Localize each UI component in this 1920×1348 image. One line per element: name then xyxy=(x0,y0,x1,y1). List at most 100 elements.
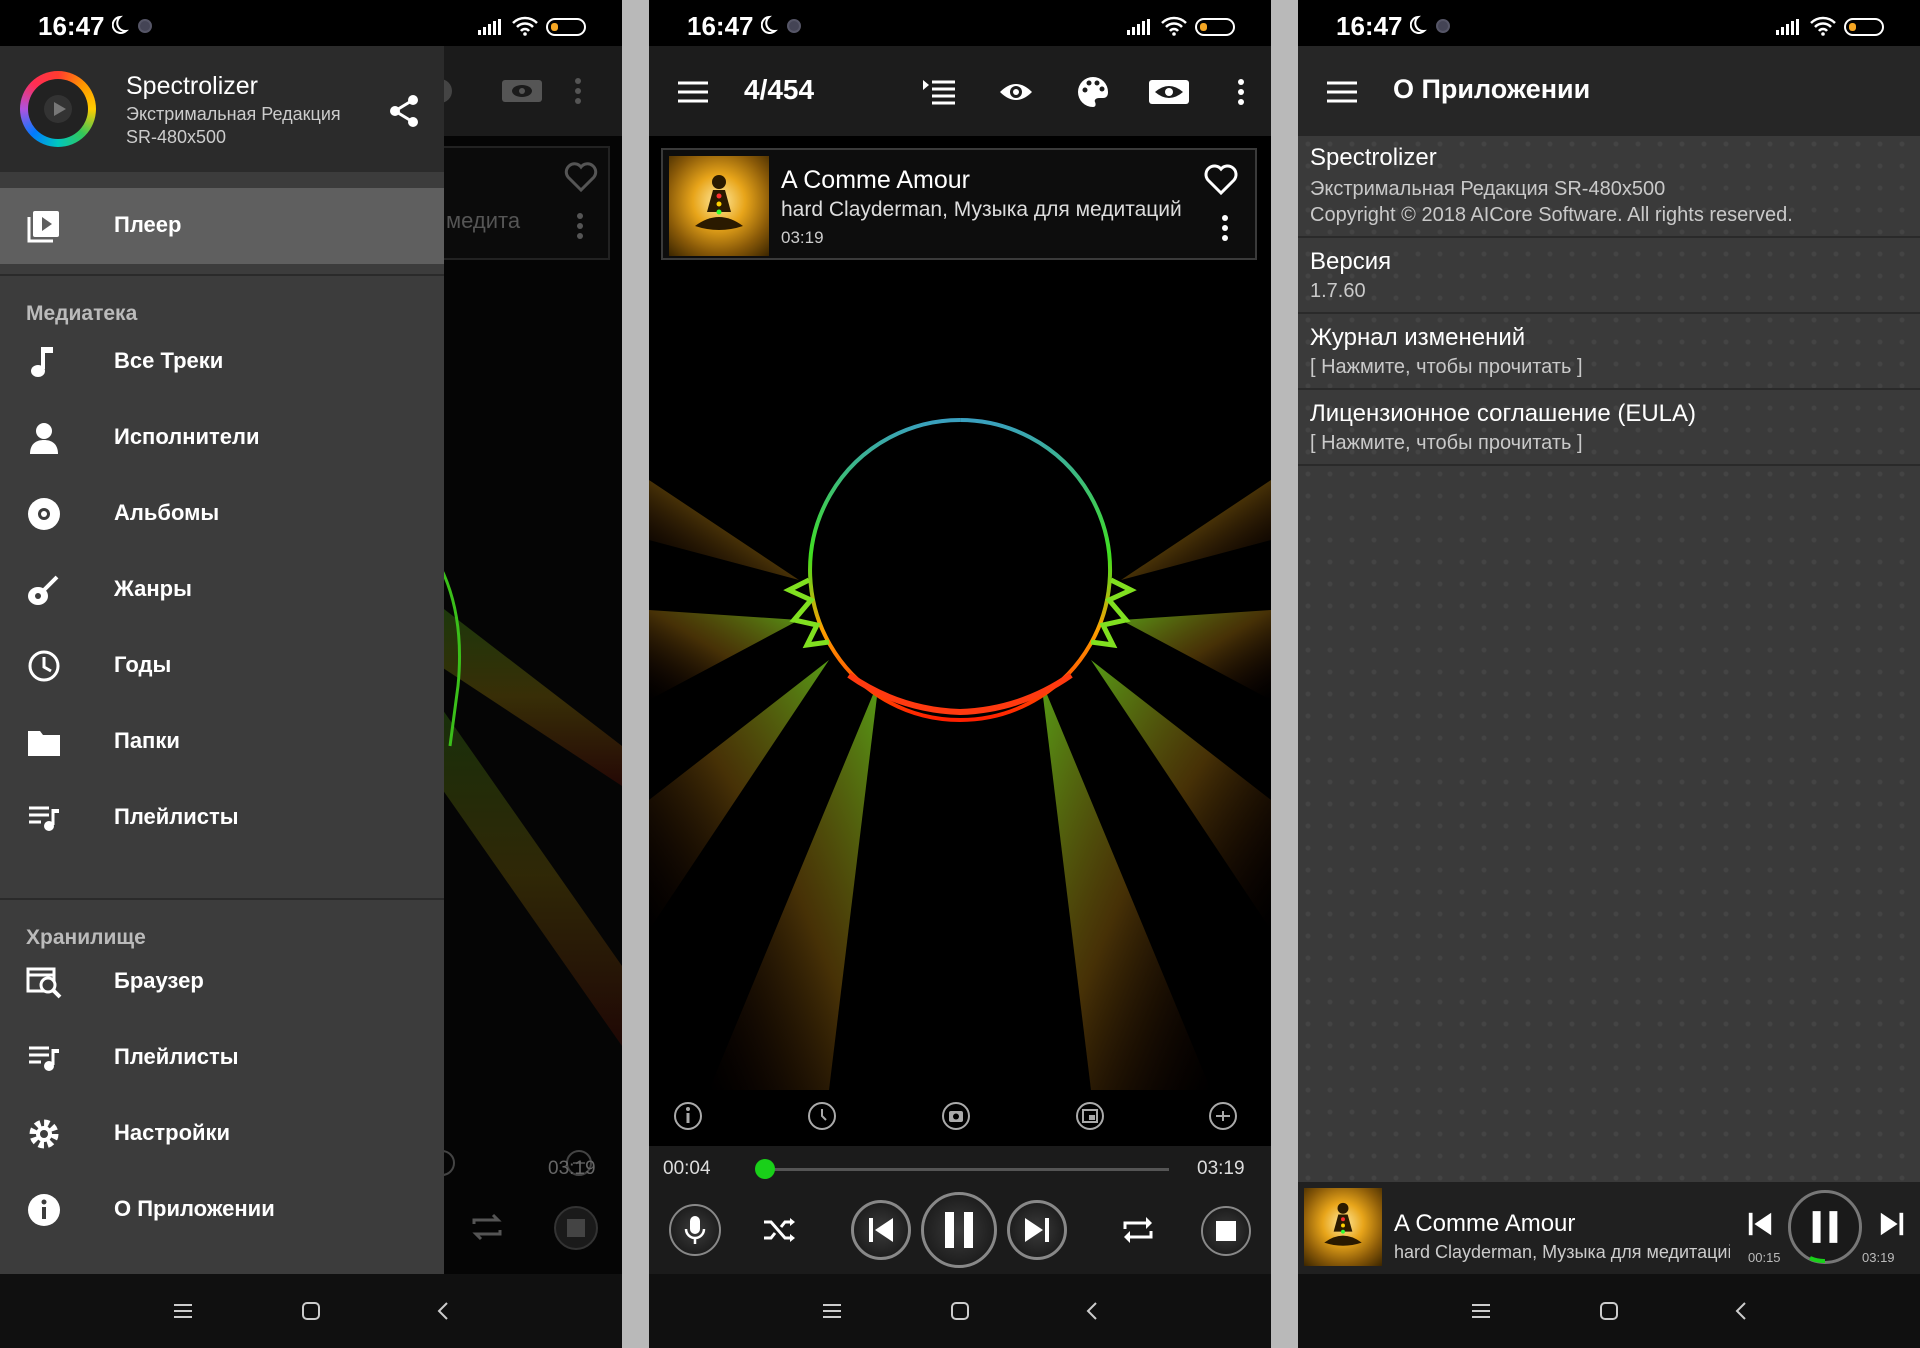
about-app-name: Spectrolizer xyxy=(1310,144,1437,171)
about-toolbar: О Приложении xyxy=(1298,46,1920,136)
eye-icon[interactable] xyxy=(996,72,1036,112)
balance-icon[interactable] xyxy=(1207,1100,1239,1132)
drawer-item-browser[interactable]: Браузер xyxy=(0,944,444,1020)
microphone-icon xyxy=(684,1216,706,1244)
queue-list-icon[interactable] xyxy=(919,72,959,112)
drawer-item-settings[interactable]: Настройки xyxy=(0,1096,444,1172)
play-library-icon xyxy=(27,211,59,243)
drawer-item-artists[interactable]: Исполнители xyxy=(0,400,444,476)
player-toolbar: 4/454 xyxy=(649,46,1271,136)
timer-icon[interactable] xyxy=(806,1100,838,1132)
drawer-divider xyxy=(0,898,444,900)
home-icon[interactable] xyxy=(945,1296,975,1326)
drawer-item-label: Исполнители xyxy=(114,424,260,449)
drawer-item-player[interactable]: Плеер xyxy=(0,188,444,264)
drawer-item-playlists[interactable]: Плейлисты xyxy=(0,780,444,856)
battery-icon xyxy=(1195,18,1235,36)
drawer-item-all-tracks[interactable]: Все Треки xyxy=(0,324,444,400)
about-edition: Экстримальная Редакция SR-480x500 xyxy=(1310,178,1666,200)
play-pause-button[interactable] xyxy=(921,1192,997,1268)
more-vert-icon[interactable] xyxy=(1221,214,1229,242)
person-icon xyxy=(30,423,58,454)
wifi-icon xyxy=(512,16,538,36)
eye-icon xyxy=(502,80,542,102)
hamburger-menu-icon[interactable] xyxy=(1322,72,1362,112)
mini-next-button[interactable] xyxy=(1876,1208,1908,1240)
app-logo xyxy=(20,71,96,147)
visualizer-fragment xyxy=(440,565,622,1046)
stop-button[interactable] xyxy=(1201,1206,1251,1256)
microphone-button[interactable] xyxy=(669,1204,721,1256)
back-icon[interactable] xyxy=(1077,1296,1107,1326)
next-button[interactable] xyxy=(1007,1200,1067,1260)
mini-track-title: A Comme Amour xyxy=(1394,1210,1576,1237)
drawer-item-label: Плейлисты xyxy=(114,804,239,829)
palette-icon[interactable] xyxy=(1073,72,1113,112)
drawer-item-genres[interactable]: Жанры xyxy=(0,552,444,628)
repeat-icon xyxy=(1123,1217,1153,1243)
mini-player[interactable]: A Comme Amour hard Clayderman, Музыка дл… xyxy=(1298,1182,1920,1274)
more-vert-icon[interactable] xyxy=(1221,72,1261,112)
previous-button[interactable] xyxy=(851,1200,911,1260)
drawer-item-storage-playlists[interactable]: Плейлисты xyxy=(0,1020,444,1096)
menu-icon[interactable] xyxy=(168,1296,198,1326)
gear-icon xyxy=(29,1119,59,1149)
home-icon[interactable] xyxy=(1594,1296,1624,1326)
moon-icon xyxy=(761,15,779,34)
info-icon[interactable] xyxy=(672,1100,704,1132)
drawer-item-years[interactable]: Годы xyxy=(0,628,444,704)
drawer-item-label: Все Треки xyxy=(114,348,224,373)
back-icon[interactable] xyxy=(428,1296,458,1326)
section-library: Медиатека xyxy=(26,302,138,325)
notification-dot-icon xyxy=(1436,19,1450,33)
shuffle-button[interactable] xyxy=(757,1208,801,1252)
eula-hint: [ Нажмите, чтобы прочитать ] xyxy=(1310,432,1583,454)
mini-previous-button[interactable] xyxy=(1744,1208,1776,1240)
drawer-item-about[interactable]: О Приложении xyxy=(0,1172,444,1248)
app-model: SR-480x500 xyxy=(126,127,227,147)
clock-icon xyxy=(28,650,60,682)
drawer-item-label: Браузер xyxy=(114,968,204,993)
changelog-hint: [ Нажмите, чтобы прочитать ] xyxy=(1310,356,1583,378)
skip-previous-icon xyxy=(869,1218,893,1242)
skip-next-icon xyxy=(1880,1212,1904,1236)
drawer-item-folders[interactable]: Папки xyxy=(0,704,444,780)
repeat-icon xyxy=(472,1213,502,1241)
seek-knob[interactable] xyxy=(755,1159,776,1179)
heart-icon[interactable] xyxy=(1203,164,1239,196)
app-edition: Экстримальная Редакция xyxy=(126,104,341,124)
home-icon[interactable] xyxy=(296,1296,326,1326)
about-eula[interactable]: Лицензионное соглашение (EULA) [ Нажмите… xyxy=(1298,390,1920,466)
menu-icon[interactable] xyxy=(817,1296,847,1326)
total-time: 03:19 xyxy=(1197,1158,1245,1179)
more-vert-icon xyxy=(575,78,581,104)
info-icon xyxy=(28,1194,60,1226)
picture-in-picture-icon[interactable] xyxy=(1074,1100,1106,1132)
status-bar: 16:47 xyxy=(649,0,1271,46)
phone-screen-player: 16:47 4/454 A Comme Amour hard Clayderma… xyxy=(649,0,1271,1348)
drawer-item-label: Плейлисты xyxy=(114,1044,239,1069)
playback-controls xyxy=(649,1190,1271,1274)
about-changelog[interactable]: Журнал изменений [ Нажмите, чтобы прочит… xyxy=(1298,314,1920,390)
track-counter: 4/454 xyxy=(744,74,815,105)
now-playing-card[interactable]: A Comme Amour hard Clayderman, Музыка дл… xyxy=(661,148,1257,260)
camera-icon[interactable] xyxy=(940,1100,972,1132)
play-icon xyxy=(44,95,72,123)
hamburger-menu-icon[interactable] xyxy=(673,72,713,112)
skip-previous-icon xyxy=(1748,1212,1772,1236)
menu-icon[interactable] xyxy=(1466,1296,1496,1326)
drawer-item-albums[interactable]: Альбомы xyxy=(0,476,444,552)
album-art xyxy=(669,156,769,256)
mini-total-time: 03:19 xyxy=(1862,1250,1895,1265)
system-nav-bar xyxy=(649,1274,1271,1348)
playlist-icon xyxy=(29,1046,59,1071)
signal-icon xyxy=(1776,19,1799,35)
seek-bar[interactable] xyxy=(757,1168,1169,1171)
track-title: A Comme Amour xyxy=(781,166,970,194)
system-nav-bar xyxy=(0,1274,622,1348)
repeat-button[interactable] xyxy=(1116,1208,1160,1252)
share-icon[interactable] xyxy=(388,94,420,128)
visualizer-mode-icon[interactable] xyxy=(1149,72,1189,112)
drawer-item-label: Папки xyxy=(114,728,180,753)
back-icon[interactable] xyxy=(1726,1296,1756,1326)
